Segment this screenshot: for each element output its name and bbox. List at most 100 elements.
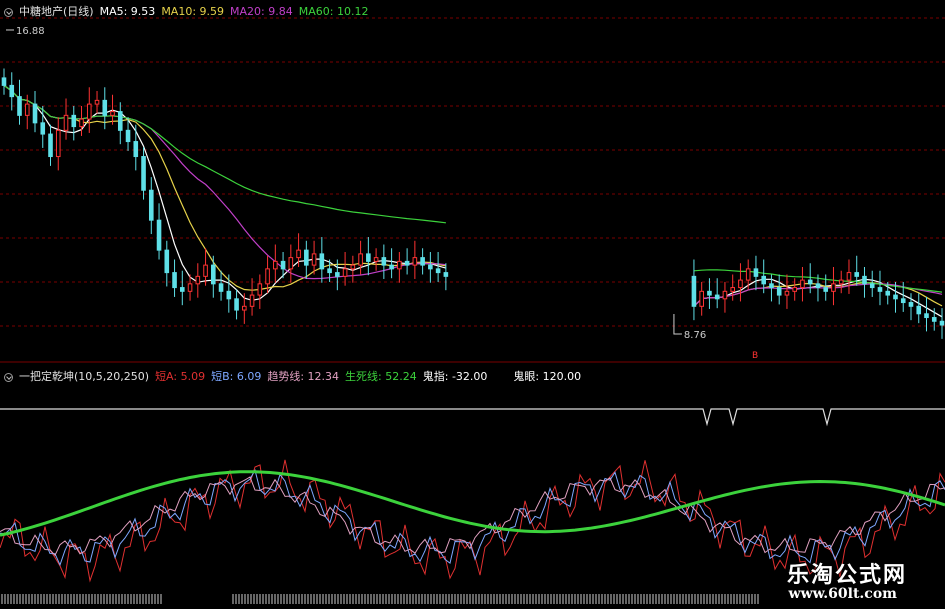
- candle-body: [738, 279, 743, 289]
- ghost-index-label: 鬼指: -32.00: [422, 370, 488, 383]
- candle-body: [707, 290, 712, 296]
- ghost-eye-label: 鬼眼: 120.00: [513, 370, 582, 383]
- candle-body: [807, 279, 813, 285]
- candle-body: [714, 294, 720, 300]
- indicator-header: 一把定乾坤(10,5,20,250) 短A: 5.09 短B: 6.09 趋势线…: [4, 368, 581, 384]
- candle-body: [838, 279, 844, 285]
- candle-body: [273, 260, 278, 270]
- watermark-title: 乐淘公式网: [786, 563, 907, 588]
- candle-body: [420, 257, 425, 266]
- candle-body: [110, 111, 115, 116]
- collapse-icon[interactable]: [4, 372, 13, 382]
- ma60-label: MA60: 10.12: [298, 4, 369, 18]
- watermark-url: www.60lt.com: [788, 586, 897, 602]
- candle-body: [9, 84, 15, 98]
- candle-body: [823, 287, 829, 292]
- ma20-label: MA20: 9.84: [230, 4, 293, 18]
- candle-body: [854, 272, 860, 277]
- candle-body: [435, 268, 441, 274]
- ma10-line: [3, 84, 943, 307]
- candle-body: [218, 283, 224, 292]
- candle-body: [226, 290, 232, 300]
- candle-body: [94, 99, 100, 105]
- candle-body: [366, 253, 371, 262]
- candle-body: [404, 260, 410, 266]
- candle-body: [242, 305, 247, 311]
- buy-marker: B: [752, 351, 758, 361]
- trend-line-label: 趋势线: 12.34: [267, 370, 340, 383]
- candle-body: [288, 257, 294, 270]
- high-price-label: 16.88: [16, 26, 45, 37]
- ma20-line: [3, 84, 943, 307]
- signal-trace: [0, 408, 945, 427]
- candle-body: [117, 111, 123, 131]
- candle-body: [869, 283, 875, 289]
- candle-body: [342, 268, 348, 277]
- candle-body: [249, 294, 255, 307]
- indicator-title: 一把定乾坤(10,5,20,250): [19, 370, 150, 383]
- candle-body: [265, 268, 270, 285]
- candle-body: [381, 257, 387, 266]
- candle-body: [71, 114, 77, 128]
- candle-body: [156, 219, 162, 251]
- candle-body: [335, 272, 340, 277]
- main-header: 中糖地产(日线) MA5: 9.53 MA10: 9.59 MA20: 9.84…: [4, 3, 368, 19]
- candle-body: [24, 103, 30, 116]
- candle-body: [179, 287, 185, 292]
- candle-body: [296, 249, 301, 259]
- candle-body: [172, 272, 177, 289]
- candle-body: [792, 287, 798, 292]
- collapse-icon[interactable]: [4, 7, 13, 17]
- candle-body: [148, 189, 154, 221]
- candle-body: [722, 290, 728, 300]
- candle-body: [257, 283, 263, 296]
- short-b-label: 短B: 6.09: [211, 370, 262, 383]
- candle-body: [893, 294, 898, 300]
- candle-body: [831, 283, 836, 292]
- bottom-tick-strip: [1, 594, 759, 604]
- candle-body: [412, 257, 418, 266]
- candle-body: [862, 275, 867, 285]
- candle-body: [17, 96, 22, 116]
- candle-body: [800, 279, 805, 289]
- candle-body: [846, 272, 852, 281]
- stock-chart: 16.88 8.76 B: [0, 17, 945, 604]
- candle-body: [234, 298, 239, 311]
- candle-body: [699, 290, 704, 307]
- candle-body: [1, 77, 7, 86]
- candle-body: [885, 290, 891, 296]
- candle-body: [939, 320, 945, 326]
- candle-body: [443, 272, 449, 277]
- candle-body: [691, 275, 697, 307]
- candle-body: [55, 129, 61, 158]
- candle-body: [761, 275, 767, 285]
- candle-body: [141, 156, 146, 191]
- candlesticks: [1, 68, 945, 339]
- candle-body: [164, 249, 170, 274]
- life-death-line-label: 生死线: 52.24: [345, 370, 417, 383]
- candle-body: [203, 264, 208, 277]
- candle-body: [327, 268, 332, 274]
- candle-body: [784, 290, 790, 296]
- candle-body: [304, 249, 309, 266]
- candle-body: [125, 129, 131, 143]
- candle-body: [187, 283, 193, 292]
- short-b-line: [0, 468, 945, 567]
- price-annotations: 16.88 8.76 B: [6, 26, 758, 361]
- candle-body: [428, 264, 433, 270]
- candle-body: [195, 275, 201, 285]
- candle-body: [102, 99, 108, 116]
- candle-body: [900, 298, 906, 304]
- candle-body: [730, 287, 735, 292]
- candle-body: [389, 264, 394, 270]
- candle-body: [776, 287, 782, 296]
- candle-body: [48, 133, 53, 158]
- candle-body: [133, 141, 139, 158]
- candle-body: [311, 253, 317, 266]
- candle-body: [86, 103, 92, 120]
- candle-body: [32, 103, 38, 124]
- candle-body: [79, 118, 84, 128]
- candle-body: [924, 313, 929, 319]
- ma5-label: MA5: 9.53: [99, 4, 156, 18]
- low-pointer: [673, 314, 682, 335]
